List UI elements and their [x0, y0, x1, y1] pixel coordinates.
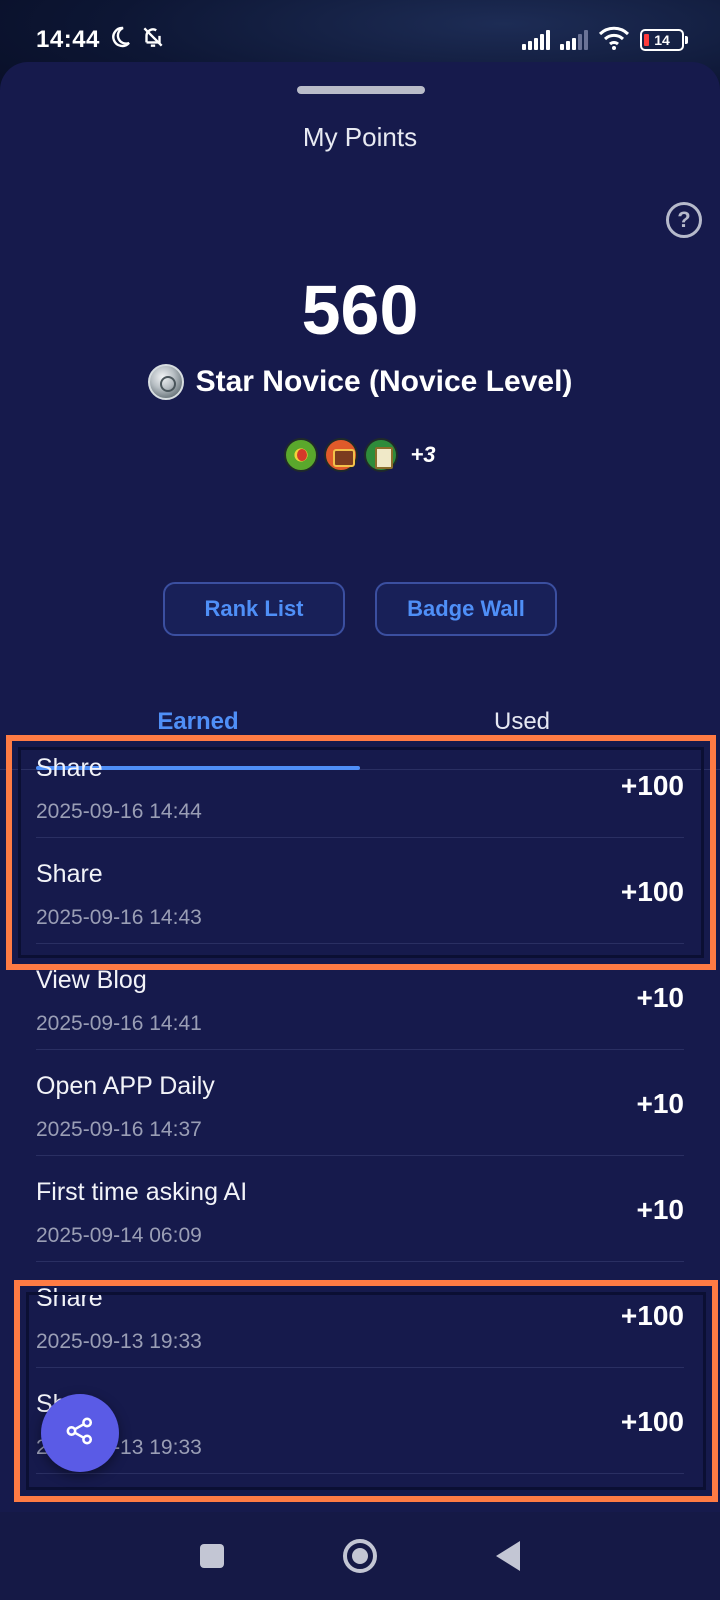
record-points: +100 [620, 876, 684, 907]
list-item[interactable]: First time asking AI 2025-09-14 06:09 +1… [36, 1156, 684, 1262]
signal-icon [560, 30, 588, 50]
list-item[interactable]: Share 2025-09-13 19:33 +100 [36, 1368, 684, 1474]
system-nav-bar [0, 1512, 720, 1600]
record-points: +100 [620, 1300, 684, 1331]
status-right: 14 [522, 26, 688, 55]
record-points: +100 [620, 770, 684, 801]
record-points: +100 [620, 1406, 684, 1437]
list-item[interactable]: Share 2025-09-13 19:33 +100 [36, 1262, 684, 1368]
action-buttons: Rank List Badge Wall [0, 582, 720, 636]
rank-list-button[interactable]: Rank List [163, 582, 345, 636]
record-time: 2025-09-13 19:33 [36, 1330, 202, 1353]
points-total: 560 [301, 271, 419, 349]
record-time: 2025-09-16 14:37 [36, 1118, 202, 1141]
location-badge-icon [284, 438, 319, 472]
treasure-chest-badge-icon [324, 438, 359, 472]
record-points: +10 [636, 982, 685, 1013]
moon-icon [108, 25, 132, 56]
sheet-title: My Points [302, 122, 418, 152]
share-fab-button[interactable] [41, 1394, 119, 1472]
signal-icon [522, 30, 550, 50]
status-bar: 14:44 14 [0, 0, 720, 80]
badges-row[interactable]: +3 [0, 438, 720, 472]
record-title: Share [36, 860, 103, 888]
home-button[interactable] [342, 1539, 377, 1573]
badges-more-count: +3 [410, 442, 436, 467]
list-item[interactable]: Open APP Daily 2025-09-16 14:37 +10 [36, 1050, 684, 1156]
wifi-icon [598, 26, 630, 55]
checklist-badge-icon [364, 438, 399, 472]
record-title: First time asking AI [36, 1178, 248, 1206]
record-title: Open APP Daily [36, 1072, 215, 1100]
battery-icon: 14 [640, 29, 688, 51]
recent-apps-button[interactable] [199, 1544, 224, 1568]
back-button[interactable] [496, 1541, 521, 1571]
status-time: 14:44 [36, 26, 100, 53]
record-time: 2025-09-16 14:41 [36, 1012, 202, 1035]
record-title: Share [36, 1284, 103, 1312]
sheet-drag-handle[interactable] [297, 86, 425, 94]
list-item[interactable]: Share 2025-09-16 14:43 +100 [36, 838, 684, 944]
status-left: 14:44 [36, 24, 166, 57]
list-item[interactable]: View Blog 2025-09-16 14:41 +10 [36, 944, 684, 1050]
record-time: 2025-09-16 14:43 [36, 906, 202, 929]
record-time: 2025-09-14 06:09 [36, 1224, 202, 1247]
record-points: +10 [636, 1194, 685, 1225]
level-row: Star Novice (Novice Level) [0, 364, 720, 400]
record-title: View Blog [36, 966, 147, 994]
level-name: Star Novice (Novice Level) [195, 365, 573, 398]
level-medal-icon [147, 364, 184, 400]
points-records-list: Share 2025-09-16 14:44 +100 Share 2025-0… [0, 732, 720, 1474]
bell-off-icon [140, 24, 166, 57]
battery-level: 14 [654, 32, 670, 48]
help-icon[interactable]: ? [666, 202, 702, 238]
record-title: Share [36, 754, 103, 782]
record-points: +10 [636, 1088, 685, 1119]
share-icon [63, 1414, 97, 1453]
record-time: 2025-09-16 14:44 [36, 800, 202, 823]
badge-wall-button[interactable]: Badge Wall [375, 582, 557, 636]
list-item[interactable]: Share 2025-09-16 14:44 +100 [36, 732, 684, 838]
